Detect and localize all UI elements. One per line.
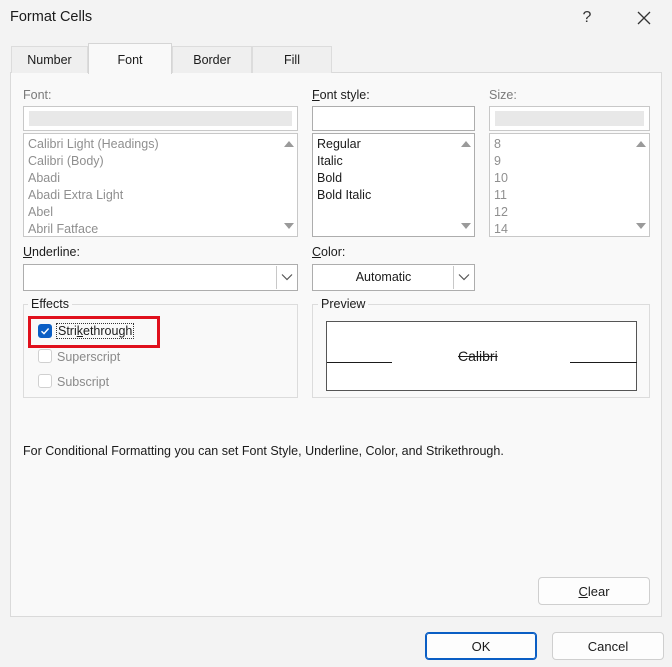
scroll-up-icon [284,141,294,147]
list-item: Abadi [28,171,60,185]
size-label: Size: [489,88,517,102]
tab-fill[interactable]: Fill [252,46,332,73]
list-item[interactable]: Italic [313,153,474,170]
tab-border[interactable]: Border [172,46,252,73]
size-input [489,106,650,131]
scroll-up-icon[interactable] [461,141,471,147]
underline-dropdown[interactable] [23,264,298,291]
size-list-scrollbar [633,134,649,236]
color-label: Color: [312,245,346,259]
list-item: 14 [494,222,508,236]
preview-baseline-right [570,362,637,363]
preview-label: Preview [318,297,369,311]
scroll-down-icon [284,223,294,229]
strikethrough-checkbox[interactable] [38,324,52,338]
preview-baseline-left [327,362,392,363]
list-item: Abril Fatface [28,222,99,236]
list-item: Abadi Extra Light [28,188,124,202]
tab-font[interactable]: Font [88,43,172,74]
checkmark-icon [41,328,50,335]
chevron-down-icon[interactable] [277,265,297,290]
list-item: 9 [494,154,501,168]
scroll-up-icon [636,141,646,147]
conditional-formatting-note: For Conditional Formatting you can set F… [23,444,504,458]
font-input [23,106,298,131]
color-dropdown[interactable]: Automatic [312,264,475,291]
strikethrough-label[interactable]: Strikethrough [55,323,135,339]
chevron-down-icon[interactable] [454,265,474,290]
clear-button[interactable]: Clear [538,577,650,605]
cancel-button[interactable]: Cancel [552,632,664,660]
font-style-input[interactable] [312,106,475,131]
font-style-scrollbar[interactable] [458,134,474,236]
font-style-list[interactable]: Regular Italic Bold Bold Italic [312,133,475,237]
list-item: 12 [494,205,508,219]
list-item: 8 [494,137,501,151]
list-item[interactable]: Bold [313,170,474,187]
list-item[interactable]: Regular [313,136,474,153]
font-list: Calibri Light (Headings) Calibri (Body) … [23,133,298,237]
list-item[interactable]: Bold Italic [313,187,474,204]
scroll-down-icon[interactable] [461,223,471,229]
list-item: Calibri Light (Headings) [28,137,159,151]
close-button[interactable] [628,4,660,32]
size-list: 8 9 10 11 12 14 [489,133,650,237]
list-item: Calibri (Body) [28,154,104,168]
scroll-down-icon [636,223,646,229]
underline-label: Underline: [23,245,80,259]
font-label: Font: [23,88,52,102]
ok-button[interactable]: OK [425,632,537,660]
font-list-scrollbar [281,134,297,236]
font-style-label: Font style: [312,88,370,102]
tab-number[interactable]: Number [11,46,88,73]
superscript-label: Superscript [57,350,121,364]
close-icon [637,11,651,25]
subscript-checkbox[interactable] [38,374,52,388]
preview-box: Calibri [326,321,637,391]
effects-label: Effects [28,297,72,311]
superscript-checkbox[interactable] [38,349,52,363]
list-item: Abel [28,205,54,219]
subscript-label: Subscript [57,375,110,389]
preview-sample-text: Calibri [458,348,498,364]
help-button[interactable]: ? [572,4,602,32]
list-item: 10 [494,171,508,185]
dialog-title: Format Cells [10,9,93,25]
list-item: 11 [494,188,507,202]
